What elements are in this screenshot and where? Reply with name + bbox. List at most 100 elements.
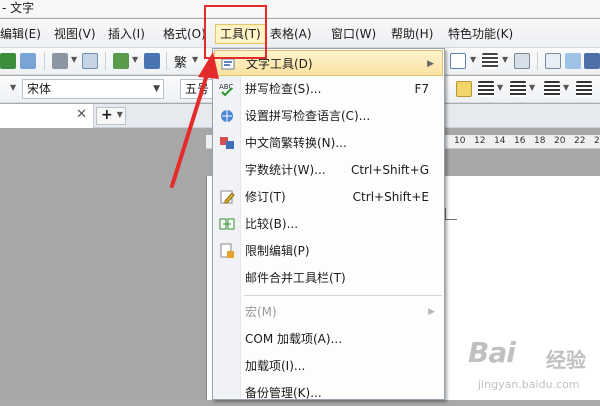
menu-item-label: 限制编辑(P): [245, 244, 310, 258]
line-spacing-icon[interactable]: [478, 81, 494, 97]
menu-item-label: 中文简繁转换(N)...: [245, 136, 347, 150]
watermark-url: jingyan.baidu.com: [478, 378, 580, 391]
numbering-icon[interactable]: [510, 81, 526, 97]
compare-icon: [219, 218, 235, 230]
columns-icon[interactable]: [482, 53, 498, 69]
font-name-value: 宋体: [27, 82, 52, 96]
menu-item-label: 比较(B)...: [245, 217, 299, 231]
refresh-icon[interactable]: [565, 53, 581, 69]
toolbar-separator: [537, 52, 538, 70]
window-title-bar: - 文字: [0, 0, 600, 18]
menu-item-label: 加载项(I)...: [245, 359, 306, 373]
watermark-chinese-text: 经验: [546, 348, 586, 372]
chevron-down-icon[interactable]: ▼: [71, 55, 77, 64]
shortcut-label: Ctrl+Shift+E: [352, 190, 429, 204]
ruler-tick: 18: [534, 136, 546, 146]
menu-bar: 编辑(E) 视图(V) 插入(I) 格式(O) 工具(T) 表格(A) 窗口(W…: [0, 19, 600, 48]
chevron-down-icon[interactable]: ▼: [529, 83, 535, 92]
language-icon: [221, 110, 233, 122]
menu-item-mail-merge-toolbar[interactable]: 邮件合并工具栏(T): [214, 265, 443, 291]
close-icon[interactable]: ✕: [76, 107, 87, 122]
chevron-down-icon[interactable]: ▼: [10, 83, 16, 92]
menu-table[interactable]: 表格(A): [270, 25, 312, 43]
chevron-down-icon[interactable]: ▼: [497, 83, 503, 92]
ruler-tick: 20: [554, 136, 566, 146]
chevron-down-icon[interactable]: ▼: [470, 55, 476, 64]
chevron-down-icon[interactable]: ▼: [132, 55, 138, 64]
menu-item-label: 宏(M): [245, 305, 277, 319]
menu-item-label: COM 加载项(A)...: [245, 332, 343, 346]
edit-icon[interactable]: [20, 53, 36, 69]
ruler-tick: 12: [474, 136, 486, 146]
print-preview-icon[interactable]: [82, 53, 98, 69]
frame-icon[interactable]: [514, 53, 530, 69]
menu-item-text-tools[interactable]: 文字工具(D) ▶: [214, 50, 443, 76]
menu-item-label: 修订(T): [245, 190, 286, 204]
menu-item-chinese-conversion[interactable]: 中文简繁转换(N)...: [214, 130, 443, 156]
menu-item-label: 设置拼写检查语言(C)...: [245, 109, 371, 123]
ruler-tick: 24: [594, 136, 600, 146]
menu-insert[interactable]: 插入(I): [108, 25, 145, 43]
restrict-edit-icon: [220, 243, 234, 258]
chevron-down-icon[interactable]: ▼: [563, 83, 569, 92]
menu-item-label: 备份管理(K)...: [245, 386, 322, 400]
ruler-tick: 16: [514, 136, 526, 146]
menu-item-word-count[interactable]: 字数统计(W)... Ctrl+Shift+G: [214, 157, 443, 183]
chevron-down-icon: ▼: [116, 110, 123, 119]
page-margin-marker: [445, 208, 457, 220]
track-changes-icon: [220, 190, 235, 204]
new-document-icon[interactable]: [113, 53, 129, 69]
bullets-icon[interactable]: [544, 81, 560, 97]
menu-separator: [244, 295, 442, 296]
layout-icon[interactable]: [584, 53, 600, 69]
export-icon[interactable]: [0, 53, 16, 69]
font-size-value: 五号: [185, 82, 210, 96]
menu-item-restrict-editing[interactable]: 限制编辑(P): [214, 238, 443, 264]
submenu-arrow-icon: ▶: [427, 59, 434, 69]
menu-format[interactable]: 格式(O): [163, 25, 206, 43]
new-tab-button[interactable]: + ▼: [96, 107, 126, 125]
menu-item-label: 拼写检查(S)...: [245, 82, 322, 96]
baidu-watermark: Bai 经验 jingyan.baidu.com: [462, 336, 600, 400]
convert-icon: [220, 137, 234, 149]
menu-item-spell-language[interactable]: 设置拼写检查语言(C)...: [214, 103, 443, 129]
watermark-logo-text: Bai: [468, 336, 516, 369]
window-title: - 文字: [2, 1, 35, 15]
highlight-icon[interactable]: [456, 81, 472, 97]
menu-item-macro: 宏(M) ▶: [214, 299, 443, 325]
menu-item-spell-check[interactable]: ABC 拼写检查(S)... F7: [214, 76, 443, 102]
menu-item-addins[interactable]: 加载项(I)...: [214, 353, 443, 379]
menu-window[interactable]: 窗口(W): [331, 25, 376, 43]
chevron-down-icon[interactable]: ▼: [192, 55, 198, 64]
font-name-select[interactable]: 宋体 ▼: [22, 79, 164, 99]
menu-help[interactable]: 帮助(H): [391, 25, 433, 43]
table-icon[interactable]: [450, 53, 466, 69]
toolbar-separator: [44, 52, 45, 70]
page-layout-icon[interactable]: [144, 53, 160, 69]
shortcut-label: F7: [414, 82, 429, 96]
menu-item-com-addins[interactable]: COM 加载项(A)...: [214, 326, 443, 352]
ruler-tick: 22: [574, 136, 586, 146]
print-icon[interactable]: [52, 53, 68, 69]
indent-icon[interactable]: [576, 81, 592, 97]
ruler-tick: 14: [494, 136, 506, 146]
menu-tools[interactable]: 工具(T): [215, 24, 266, 44]
clipboard-icon[interactable]: [545, 53, 561, 69]
menu-view[interactable]: 视图(V): [54, 25, 96, 43]
toolbar-separator: [105, 52, 106, 70]
tools-menu-dropdown: 文字工具(D) ▶ ABC 拼写检查(S)... F7 设置拼写检查语言(C).…: [212, 48, 445, 400]
menu-edit[interactable]: 编辑(E): [0, 25, 41, 43]
toolbar-separator: [166, 52, 167, 70]
menu-item-compare[interactable]: 比较(B)...: [214, 211, 443, 237]
shortcut-label: Ctrl+Shift+G: [350, 163, 429, 177]
chevron-down-icon: ▼: [153, 84, 160, 94]
menu-item-label: 文字工具(D): [246, 57, 313, 71]
text-tools-icon: [221, 58, 235, 70]
menu-special-features[interactable]: 特色功能(K): [448, 25, 513, 43]
menu-item-track-changes[interactable]: 修订(T) Ctrl+Shift+E: [214, 184, 443, 210]
menu-item-backup-manager[interactable]: 备份管理(K)...: [214, 380, 443, 406]
chevron-down-icon[interactable]: ▼: [502, 55, 508, 64]
document-tab[interactable]: ✕: [0, 104, 94, 128]
menu-item-label: 邮件合并工具栏(T): [245, 271, 346, 285]
traditional-chinese-button[interactable]: 繁: [174, 52, 187, 71]
